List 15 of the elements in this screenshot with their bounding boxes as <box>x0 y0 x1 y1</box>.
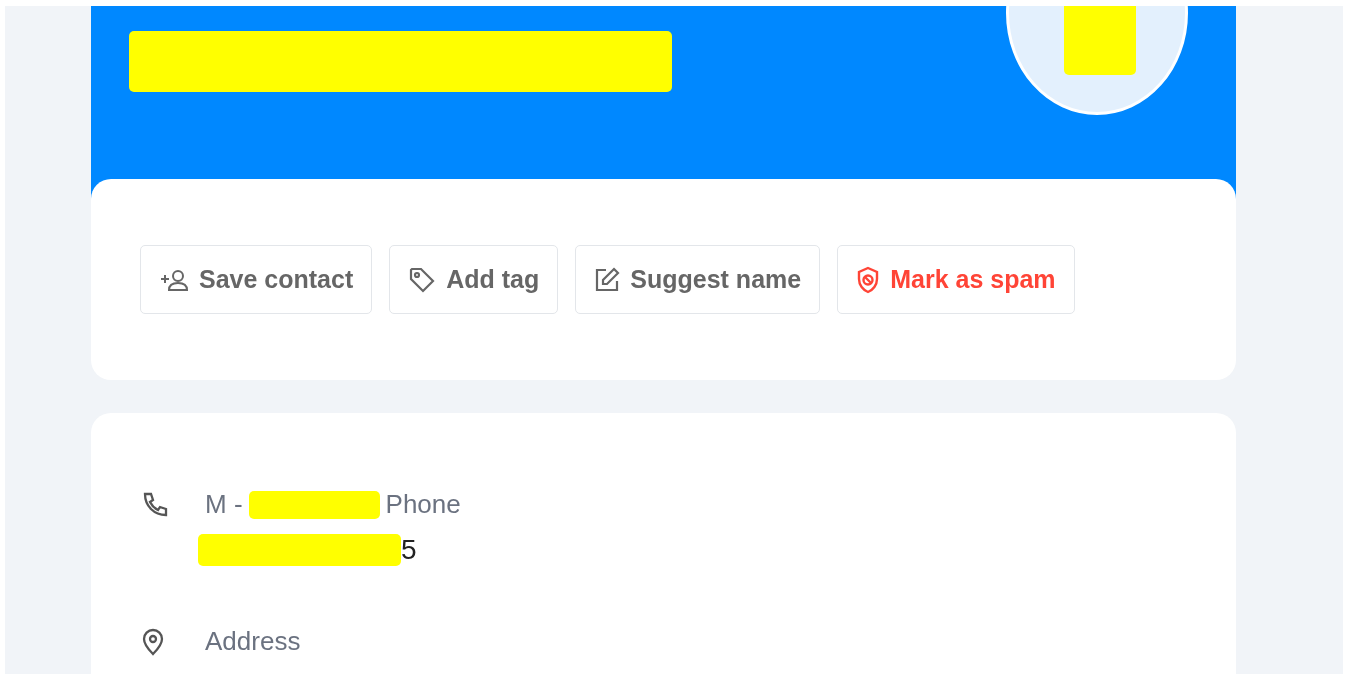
shield-icon <box>856 265 881 294</box>
add-person-icon <box>159 268 189 291</box>
tag-icon <box>408 265 437 294</box>
redaction-block <box>1064 6 1136 75</box>
phone-label-suffix: Phone <box>385 489 461 520</box>
location-pin-icon <box>141 627 165 656</box>
phone-icon <box>141 490 169 519</box>
suggest-name-button[interactable]: Suggest name <box>575 245 821 314</box>
save-contact-button[interactable]: Save contact <box>140 245 373 314</box>
add-tag-button[interactable]: Add tag <box>389 245 559 314</box>
phone-label-prefix: M - <box>205 489 243 520</box>
phone-number: 5 <box>401 534 417 566</box>
mark-as-spam-button[interactable]: Mark as spam <box>837 245 1075 314</box>
address-label: Address <box>205 626 302 657</box>
edit-icon <box>594 266 621 293</box>
